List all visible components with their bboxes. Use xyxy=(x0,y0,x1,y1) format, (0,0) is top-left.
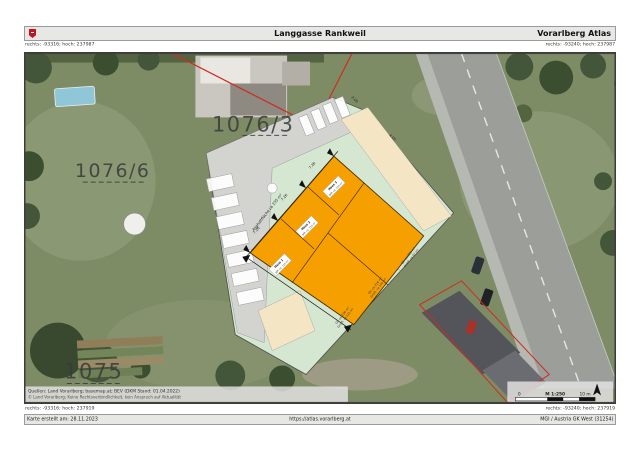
parcel-label: 1076/6 xyxy=(75,160,151,182)
coord-bottom-left: rechts: -93316; hoch: 237919 xyxy=(25,405,95,412)
header-bar: Langgasse Rankweil Vorarlberg Atlas xyxy=(24,26,616,41)
scalebar-max: 10 m xyxy=(579,391,590,397)
parcel-label: 1076/3 xyxy=(212,112,295,136)
coord-bottom-right: rechts: -93240; hoch: 237919 xyxy=(545,405,615,412)
attribution-overlay: Quellen: Land Vorarlberg; basemap.at; BE… xyxy=(25,386,348,402)
scalebar-bar xyxy=(515,397,595,400)
coordinates-top-row: rechts: -93316; hoch: 237987 rechts: -93… xyxy=(24,41,616,50)
scalebar-zero: 0 xyxy=(518,391,521,397)
map-canvas: 7.26 7.26 7.26 2.00 4.00 Haus 1 Wfl. ca.… xyxy=(25,53,615,403)
round-object xyxy=(124,213,146,235)
coord-top-right: rechts: -93240; hoch: 237987 xyxy=(545,41,615,48)
coordinates-bottom-row: rechts: -93316; hoch: 237919 rechts: -93… xyxy=(24,405,616,414)
footer-url: https://atlas.vorarlberg.at xyxy=(84,416,556,423)
print-preview-page: Langgasse Rankweil Vorarlberg Atlas rech… xyxy=(0,0,640,453)
footer-crs: MGI / Austria GK West (31254) xyxy=(540,416,613,423)
coord-top-left: rechts: -93316; hoch: 237987 xyxy=(25,41,95,48)
driveway-patch xyxy=(302,359,418,391)
footer-bar: Karte erstellt am: 28.11.2023 https://at… xyxy=(24,414,616,425)
swimming-pool xyxy=(54,86,95,107)
map-title: Langgasse Rankweil xyxy=(25,29,615,38)
app-brand: Vorarlberg Atlas xyxy=(537,29,611,38)
scalebar-overlay: 0 M 1:250 10 m xyxy=(507,381,613,402)
parcel-label: 1075 xyxy=(64,359,123,383)
scalebar-scale: M 1:250 xyxy=(545,391,565,397)
attribution-line2: © Land Vorarlberg; Keine Rechtsverbindli… xyxy=(28,394,181,399)
tree-symbol xyxy=(267,183,277,193)
map-viewport: 7.26 7.26 7.26 2.00 4.00 Haus 1 Wfl. ca.… xyxy=(24,52,616,404)
